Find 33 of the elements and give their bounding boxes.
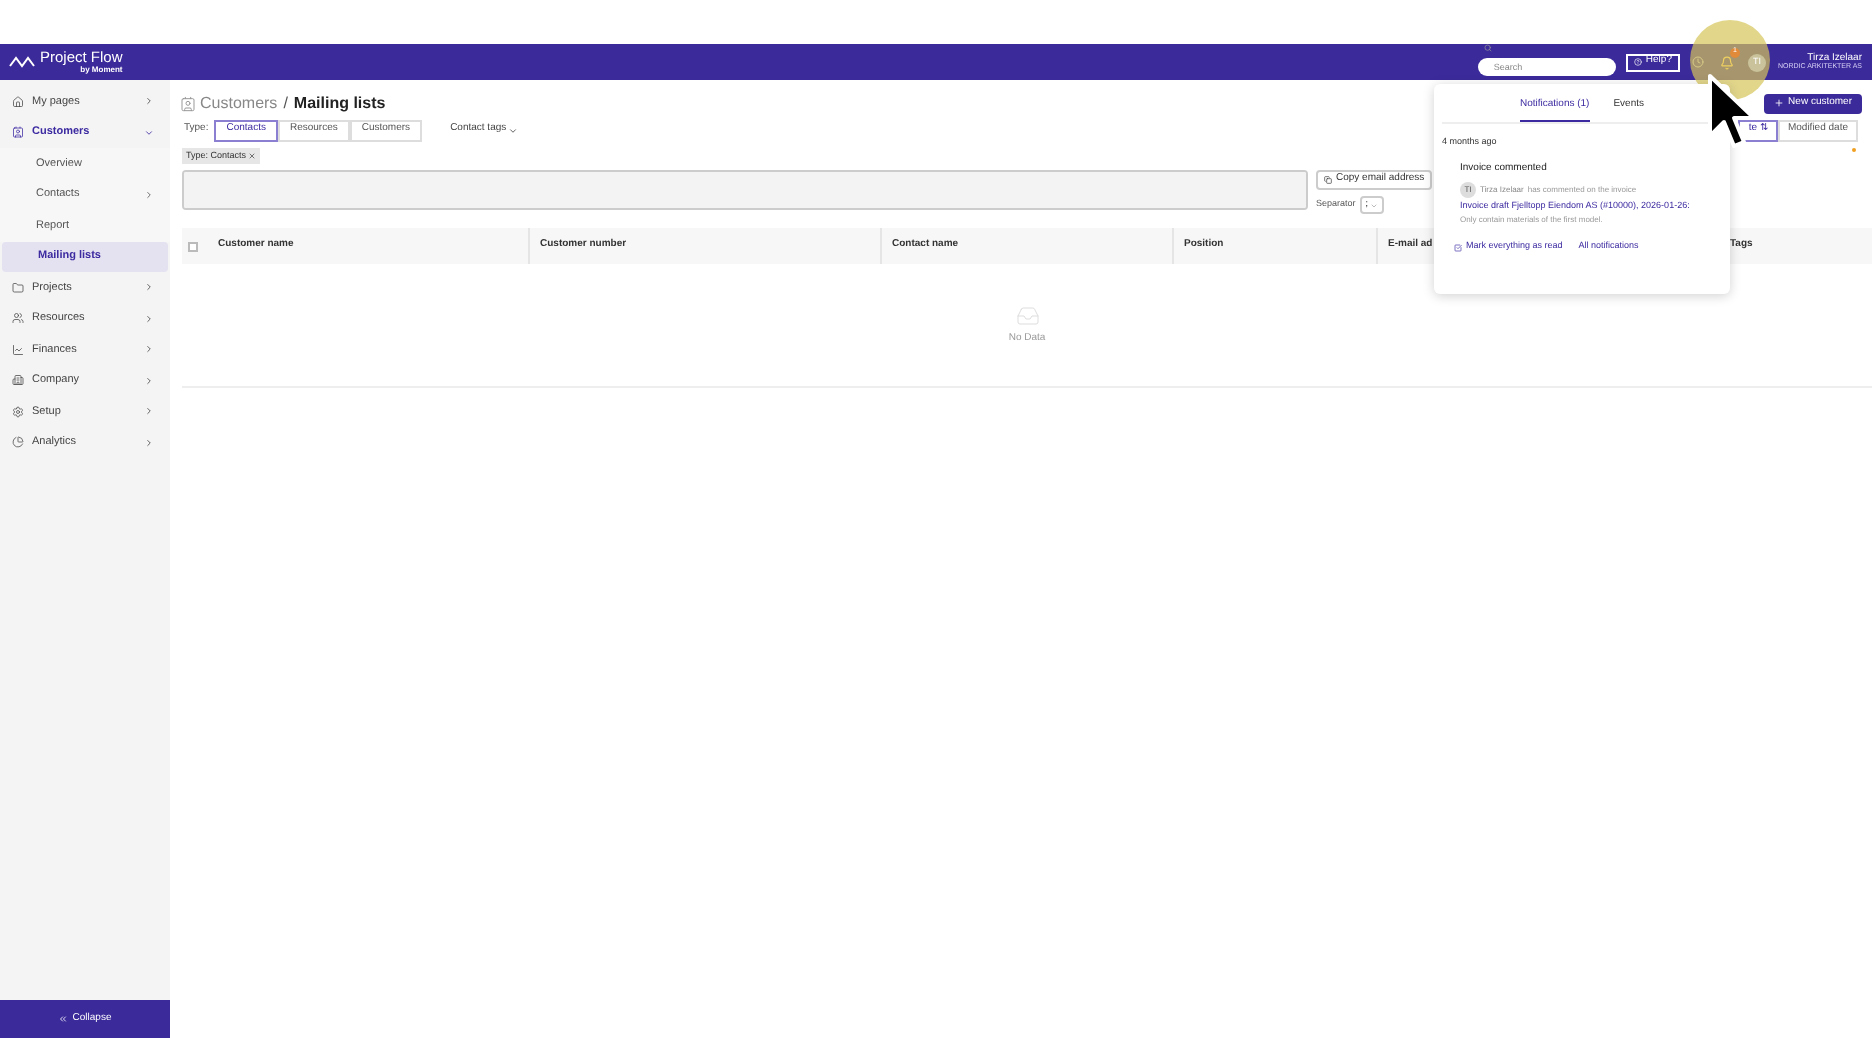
search-icon (1483, 43, 1492, 51)
breadcrumb-separator: / (283, 91, 288, 115)
pie-chart-icon (12, 436, 24, 449)
bell-icon[interactable] (1719, 55, 1734, 69)
chevron-icon (144, 189, 154, 200)
select-all-checkbox[interactable] (188, 241, 198, 251)
chevron-icon (144, 282, 154, 293)
page-title: Mailing lists (293, 91, 386, 115)
plus-icon (1774, 98, 1785, 108)
chevron-icon (144, 375, 154, 386)
home-icon (12, 95, 24, 108)
folder-icon (12, 281, 24, 294)
logo-icon (8, 56, 36, 68)
building-icon (12, 374, 24, 387)
copy-icon (1324, 176, 1332, 184)
chevron-icon (144, 406, 154, 417)
contact-card-icon (12, 126, 24, 139)
chevron-icon (508, 125, 519, 135)
checkbox-icon (1454, 243, 1462, 252)
chevron-icon (144, 313, 154, 324)
empty-inbox-icon (1011, 303, 1043, 328)
users-icon (12, 312, 24, 325)
chevron-icon (144, 344, 154, 355)
breadcrumb-link[interactable]: Customers (200, 91, 278, 115)
contact-card-icon (180, 95, 196, 111)
chevron-icon (144, 127, 154, 138)
settings-icon (12, 405, 24, 418)
help-icon (1633, 58, 1642, 66)
chevron-icon (144, 96, 154, 107)
chevron-icon (144, 437, 154, 448)
email-textarea[interactable] (182, 170, 1308, 210)
double-chevron-icon (58, 1014, 69, 1024)
chart-icon (12, 343, 24, 356)
